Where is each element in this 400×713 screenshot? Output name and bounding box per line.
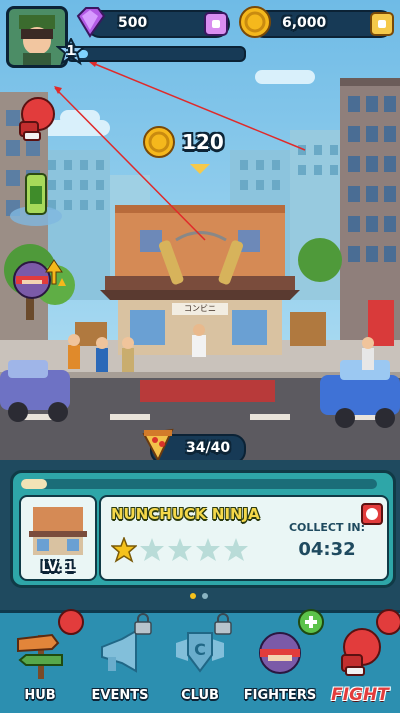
gem-icon bbox=[72, 4, 108, 40]
building-card: LV. 1 NUNCHUCK NINJA COLLECT IN: 04:32 bbox=[10, 470, 396, 588]
dojo-building-icon bbox=[29, 507, 87, 555]
nav-club[interactable]: C CLUB bbox=[160, 613, 240, 713]
pizza-progress-value: 34/40 bbox=[186, 440, 231, 456]
building-thumbnail[interactable]: LV. 1 bbox=[19, 495, 97, 581]
collect-coins-bubble[interactable]: 120 bbox=[142, 126, 252, 158]
plus-icon bbox=[378, 20, 386, 28]
gems-value: 500 bbox=[118, 15, 148, 31]
notification-dot bbox=[376, 609, 400, 635]
pizza-icon bbox=[140, 426, 176, 463]
collect-timer: 04:32 bbox=[298, 539, 356, 560]
building-name: NUNCHUCK NINJA bbox=[111, 505, 260, 523]
ninja-head-icon bbox=[13, 259, 66, 299]
bottom-nav: HUB EVENTS C CLUB FIGHTERS FIGHT bbox=[0, 609, 400, 713]
nav-fighters[interactable]: FIGHTERS bbox=[240, 609, 324, 713]
nav-hub[interactable]: HUB bbox=[0, 609, 84, 713]
coins-value: 6,000 bbox=[282, 15, 327, 31]
boxing-glove-icon bbox=[19, 97, 55, 141]
star-empty-icon bbox=[168, 538, 192, 561]
nav-fight[interactable]: FIGHT bbox=[320, 609, 400, 713]
shop-sign: コンビニ bbox=[172, 303, 228, 315]
page-dot bbox=[202, 593, 208, 599]
nav-events[interactable]: EVENTS bbox=[80, 613, 160, 713]
nav-club-label: CLUB bbox=[181, 688, 219, 703]
star-rating bbox=[111, 537, 261, 565]
star-empty-icon bbox=[224, 538, 248, 561]
energy-drink-button[interactable] bbox=[8, 168, 64, 232]
plus-icon bbox=[212, 20, 220, 28]
energy-can-icon bbox=[10, 173, 62, 226]
level-badge: 1 bbox=[55, 36, 87, 68]
boxing-glove-button[interactable] bbox=[10, 92, 62, 144]
ninja-head-icon bbox=[259, 632, 301, 674]
nav-events-label: EVENTS bbox=[91, 688, 149, 703]
building-panel: LV. 1 NUNCHUCK NINJA COLLECT IN: 04:32 bbox=[0, 460, 400, 610]
down-arrow-indicator bbox=[190, 164, 210, 174]
signpost-icon bbox=[17, 633, 63, 679]
add-coins-button[interactable] bbox=[370, 12, 394, 36]
upgrade-fighter-button[interactable] bbox=[8, 256, 68, 308]
nav-fighters-label: FIGHTERS bbox=[243, 688, 317, 703]
star-empty-icon bbox=[140, 538, 164, 561]
building-level: LV. 1 bbox=[41, 560, 75, 575]
card-progress-bar bbox=[21, 479, 377, 489]
coin-reward-amount: 120 bbox=[182, 130, 224, 154]
star-filled-icon bbox=[111, 537, 137, 563]
level-number: 1 bbox=[66, 44, 76, 59]
coin-icon bbox=[238, 5, 272, 39]
shop-sign-text: コンビニ bbox=[184, 304, 216, 313]
svg-text:C: C bbox=[194, 640, 206, 659]
timer-clock-icon bbox=[361, 503, 383, 525]
card-progress-fill bbox=[21, 479, 47, 489]
xp-progress-bar bbox=[66, 46, 246, 62]
nav-hub-label: HUB bbox=[24, 688, 56, 703]
lock-icon bbox=[214, 613, 232, 635]
nav-fight-label: FIGHT bbox=[331, 685, 389, 705]
lock-icon bbox=[134, 613, 152, 635]
coin-icon bbox=[143, 126, 175, 158]
building-info: NUNCHUCK NINJA COLLECT IN: 04:32 bbox=[99, 495, 389, 581]
add-gems-button[interactable] bbox=[204, 12, 228, 36]
page-dot-active bbox=[190, 593, 196, 599]
star-empty-icon bbox=[196, 538, 220, 561]
page-indicator bbox=[188, 592, 212, 600]
